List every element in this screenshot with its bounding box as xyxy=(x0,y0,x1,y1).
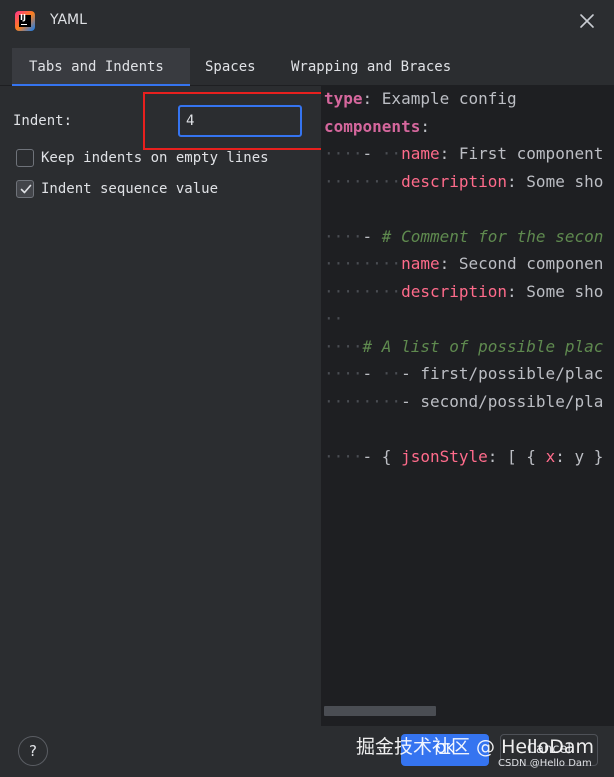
intellij-logo-icon: IJ xyxy=(15,11,35,31)
help-button[interactable]: ? xyxy=(18,736,48,766)
tab-tabs-and-indents[interactable]: Tabs and Indents xyxy=(12,48,190,86)
horizontal-scrollbar[interactable] xyxy=(324,706,436,716)
checkmark-icon xyxy=(20,184,32,194)
code-line-8: ·· xyxy=(324,309,344,328)
title-bar: IJ YAML xyxy=(0,0,614,42)
indent-label: Indent: xyxy=(13,113,73,129)
code-line-5: ····- # Comment for the secon xyxy=(324,227,604,246)
code-line-6: ········name: Second componen xyxy=(324,254,604,273)
keep-indents-checkbox[interactable] xyxy=(16,149,34,167)
ok-button[interactable]: OK xyxy=(401,734,489,766)
code-line-12: ····- { jsonStyle: [ { x: y } xyxy=(324,447,604,466)
keep-indents-option[interactable]: Keep indents on empty lines xyxy=(16,148,269,168)
tab-spaces[interactable]: Spaces xyxy=(190,48,274,86)
dialog-footer: ? OK Cancel 掘金技术社区 @ HelloDam CSDN @Hell… xyxy=(0,726,614,777)
code-line-3: ····- ··name: First component xyxy=(324,144,604,163)
close-button[interactable] xyxy=(575,9,599,33)
close-icon xyxy=(580,14,594,28)
settings-panel: Indent: Keep indents on empty lines Inde… xyxy=(0,86,324,726)
code-line-4: ········description: Some sho xyxy=(324,172,604,191)
window-title: YAML xyxy=(50,12,87,28)
indent-sequence-label: Indent sequence value xyxy=(41,181,219,197)
code-preview[interactable]: type: Example config components: ····- ·… xyxy=(322,86,614,726)
code-line-10: ····- ··- first/possible/plac xyxy=(324,364,604,383)
tab-wrapping-and-braces[interactable]: Wrapping and Braces xyxy=(274,48,474,86)
keep-indents-label: Keep indents on empty lines xyxy=(41,150,269,166)
indent-sequence-option[interactable]: Indent sequence value xyxy=(16,179,218,199)
cancel-button[interactable]: Cancel xyxy=(500,734,598,766)
indent-input[interactable] xyxy=(178,105,302,137)
tab-bar: Tabs and Indents Spaces Wrapping and Bra… xyxy=(0,48,614,86)
code-line-1: type: Example config xyxy=(324,89,517,108)
code-line-2: components: xyxy=(324,117,430,136)
code-line-11: ········- second/possible/pla xyxy=(324,392,604,411)
code-line-9: ····# A list of possible plac xyxy=(324,337,604,356)
code-line-7: ········description: Some sho xyxy=(324,282,604,301)
indent-sequence-checkbox[interactable] xyxy=(16,180,34,198)
